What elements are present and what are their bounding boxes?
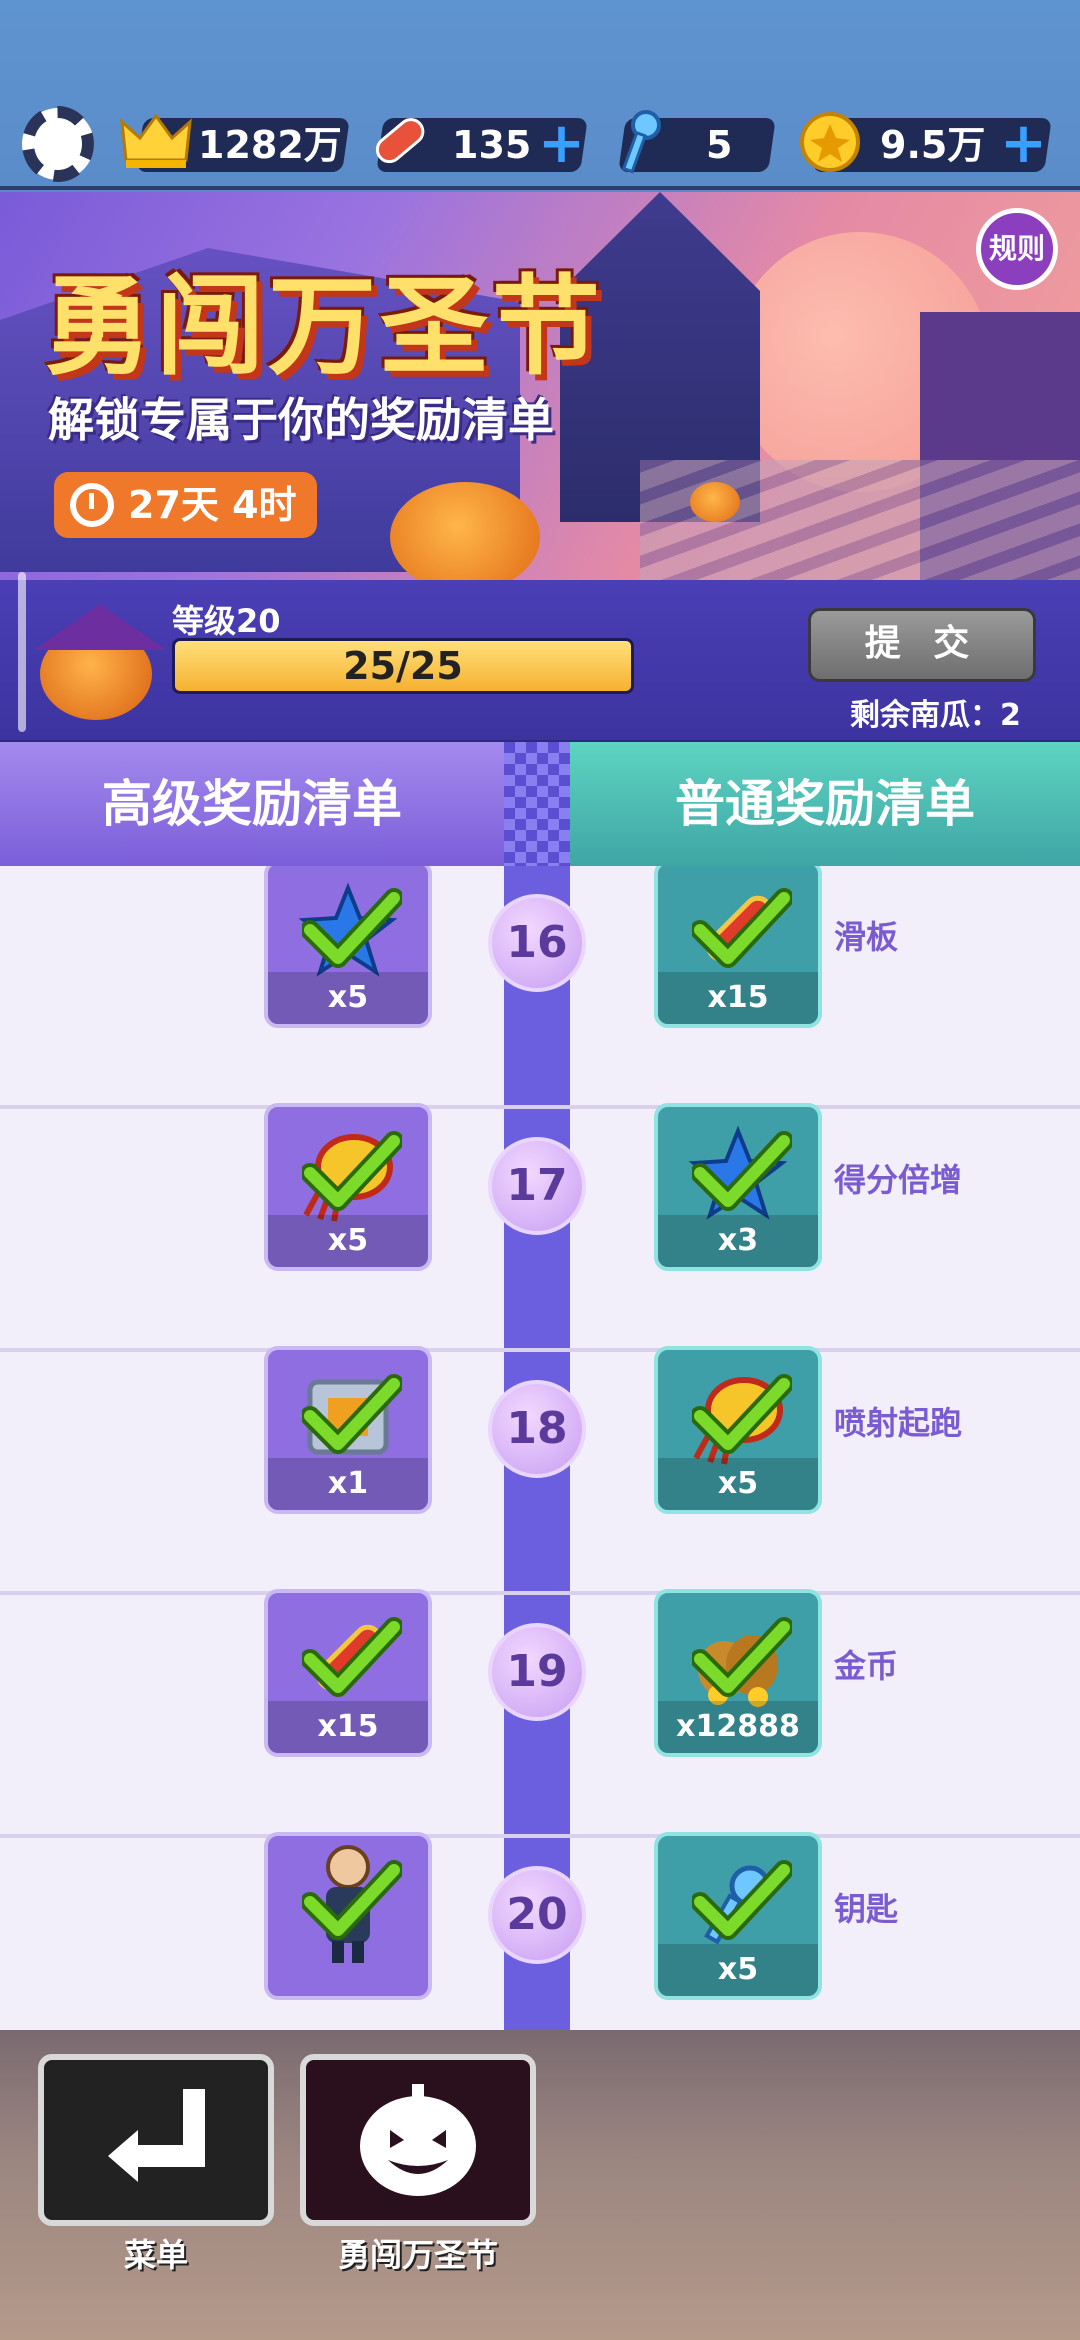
- premium-reward-card[interactable]: x15: [264, 1589, 432, 1757]
- checkmark-icon: [690, 888, 794, 968]
- stopwatch-icon: [70, 483, 114, 527]
- checkmark-icon: [690, 1617, 794, 1697]
- coin-icon: [792, 104, 868, 180]
- normal-reward-card[interactable]: x5: [654, 1832, 822, 2000]
- reward-quantity: x15: [268, 1701, 428, 1753]
- reward-quantity: x5: [658, 1458, 818, 1510]
- level-label: 等级20: [172, 602, 281, 640]
- witch-hat-icon: [34, 604, 166, 650]
- normal-track-header: 普通奖励清单: [570, 742, 1080, 866]
- normal-reward-label: 喷射起跑: [834, 1404, 963, 1442]
- hoverboard-icon: [362, 104, 438, 180]
- premium-reward-card[interactable]: x5: [264, 866, 432, 1028]
- reward-row: 曼尼20x5钥匙: [0, 1832, 1080, 2030]
- submit-button[interactable]: 提 交: [808, 608, 1036, 682]
- reward-row: 喷射起跑x517x3得分倍增: [0, 1103, 1080, 1352]
- event-label: 勇闯万圣节: [337, 2236, 498, 2274]
- level-number-badge: 19: [488, 1623, 586, 1721]
- keys-value: 5: [706, 123, 733, 167]
- event-subtitle: 解锁专属于你的奖励清单: [48, 393, 554, 447]
- add-boards-button[interactable]: +: [538, 116, 585, 172]
- normal-reward-label: 金币: [834, 1647, 899, 1685]
- track-pattern: [504, 742, 570, 866]
- halloween-event-button[interactable]: [300, 2054, 536, 2226]
- reward-row: 得分倍增x516x15滑板: [0, 866, 1080, 1109]
- normal-reward-card[interactable]: x15: [654, 866, 822, 1028]
- remaining-pumpkins: 剩余南瓜：2: [850, 698, 1021, 733]
- coins-value: 9.5万: [880, 123, 986, 167]
- reward-quantity: x5: [658, 1944, 818, 1996]
- checkmark-icon: [300, 1374, 404, 1454]
- checkmark-icon: [690, 1131, 794, 1211]
- add-coins-button[interactable]: +: [1000, 116, 1047, 172]
- crown-icon: [118, 104, 194, 180]
- checkmark-icon: [300, 1131, 404, 1211]
- reward-quantity: x5: [268, 1215, 428, 1267]
- settings-gear-icon[interactable]: [22, 108, 94, 180]
- normal-reward-card[interactable]: x5: [654, 1346, 822, 1514]
- event-timer: 27天 4时: [54, 472, 317, 538]
- premium-track-header: 高级奖励清单: [0, 742, 504, 866]
- checkmark-icon: [690, 1860, 794, 1940]
- key-icon: [600, 104, 676, 180]
- boards-value: 135: [452, 123, 532, 167]
- timer-text: 27天 4时: [128, 483, 297, 527]
- reward-quantity: x3: [658, 1215, 818, 1267]
- scroll-indicator: [18, 572, 26, 732]
- menu-button[interactable]: [38, 2054, 274, 2226]
- event-title: 勇闯万圣节: [44, 265, 605, 390]
- level-number-badge: 18: [488, 1380, 586, 1478]
- crowns-value: 1282万: [198, 123, 342, 167]
- premium-reward-card[interactable]: x5: [264, 1103, 432, 1271]
- checkmark-icon: [300, 1860, 404, 1940]
- premium-reward-card[interactable]: x1: [264, 1346, 432, 1514]
- reward-quantity: x1: [268, 1458, 428, 1510]
- normal-reward-label: 钥匙: [834, 1890, 899, 1928]
- event-banner: 勇闯万圣节 解锁专属于你的奖励清单 27天 4时 规则: [0, 192, 1080, 580]
- normal-reward-card[interactable]: x12888: [654, 1589, 822, 1757]
- reward-quantity: x15: [658, 972, 818, 1024]
- checkmark-icon: [300, 1617, 404, 1697]
- reward-list[interactable]: 得分倍增x516x15滑板喷射起跑x517x3得分倍增超级宝箱x118x5喷射起…: [0, 866, 1080, 2030]
- progress-text: 25/25: [343, 644, 463, 688]
- normal-reward-label: 滑板: [834, 918, 899, 956]
- checkmark-icon: [690, 1374, 794, 1454]
- menu-label: 菜单: [123, 2236, 188, 2274]
- level-number-badge: 17: [488, 1137, 586, 1235]
- normal-reward-label: 得分倍增: [834, 1161, 963, 1199]
- checkmark-icon: [300, 888, 404, 968]
- pumpkin-icon: [360, 2084, 476, 2196]
- level-number-badge: 20: [488, 1866, 586, 1964]
- premium-reward-card[interactable]: [264, 1832, 432, 2000]
- reward-quantity: x12888: [658, 1701, 818, 1753]
- reward-row: 超级宝箱x118x5喷射起跑: [0, 1346, 1080, 1595]
- normal-reward-card[interactable]: x3: [654, 1103, 822, 1271]
- reward-row: 滑板x1519x12888金币: [0, 1589, 1080, 1838]
- return-arrow-icon: [108, 2089, 205, 2182]
- pumpkin-decoration: [690, 482, 740, 522]
- level-number-badge: 16: [488, 894, 586, 992]
- reward-quantity: x5: [268, 972, 428, 1024]
- rules-button[interactable]: 规则: [976, 208, 1058, 290]
